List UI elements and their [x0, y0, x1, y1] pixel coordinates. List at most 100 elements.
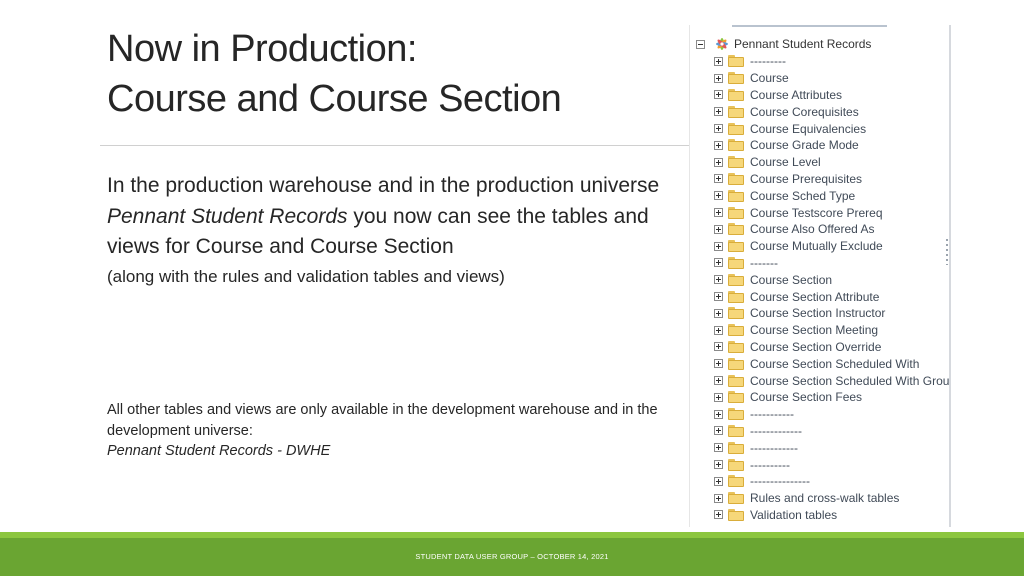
folder-icon	[728, 290, 744, 303]
panel-resize-grip[interactable]	[946, 239, 948, 265]
folder-icon	[728, 324, 744, 337]
plus-box-icon[interactable]	[714, 392, 723, 402]
tree-item[interactable]: ----------	[714, 456, 949, 473]
folder-icon	[728, 72, 744, 85]
plus-box-icon[interactable]	[714, 342, 723, 352]
tree-item[interactable]: -------	[714, 255, 949, 272]
tree-item[interactable]: Course Section Meeting	[714, 322, 949, 339]
plus-box-icon[interactable]	[714, 409, 723, 419]
tree-item[interactable]: Course Sched Type	[714, 187, 949, 204]
tree-item[interactable]: Course Section Fees	[714, 389, 949, 406]
tree-item[interactable]: Course Level	[714, 154, 949, 171]
tree-item[interactable]: Course Prerequisites	[714, 171, 949, 188]
tree-item-label: Course Also Offered As	[750, 222, 875, 237]
tree-item[interactable]: Course Corequisites	[714, 103, 949, 120]
plus-box-icon[interactable]	[714, 376, 723, 386]
folder-icon	[728, 189, 744, 202]
tree-item[interactable]: Course Section	[714, 271, 949, 288]
tree-item[interactable]: Rules and cross-walk tables	[714, 490, 949, 507]
plus-box-icon[interactable]	[714, 460, 723, 470]
tree-item-label: Course Section Instructor	[750, 306, 886, 321]
tree-item[interactable]: Course Section Scheduled With	[714, 355, 949, 372]
tree-item-label: -------	[750, 255, 778, 270]
tree-item[interactable]: Course Also Offered As	[714, 221, 949, 238]
tree-item-label: Course Grade Mode	[750, 138, 859, 153]
tree-item[interactable]: ---------------	[714, 473, 949, 490]
tree-item[interactable]: -------------	[714, 423, 949, 440]
tree-item-label: Course Section Scheduled With	[750, 356, 920, 371]
plus-box-icon[interactable]	[714, 359, 723, 369]
plus-box-icon[interactable]	[714, 157, 723, 167]
plus-box-icon[interactable]	[714, 208, 723, 218]
plus-box-icon[interactable]	[714, 73, 723, 83]
universe-tree-panel: Pennant Student Records --------- Course C…	[689, 25, 951, 527]
tree-item-label: -------------	[750, 423, 802, 438]
plus-box-icon[interactable]	[714, 241, 723, 251]
slide-title: Now in Production: Course and Course Sec…	[107, 24, 562, 124]
plus-box-icon[interactable]	[714, 258, 723, 268]
plus-box-icon[interactable]	[714, 124, 723, 134]
plus-box-icon[interactable]	[714, 191, 723, 201]
tree-item[interactable]: Course Grade Mode	[714, 137, 949, 154]
folder-icon	[728, 223, 744, 236]
tree-item-list: --------- Course Course Attributes Course C…	[714, 53, 949, 524]
folder-icon	[728, 88, 744, 101]
plus-box-icon[interactable]	[714, 140, 723, 150]
plus-box-icon[interactable]	[714, 426, 723, 436]
folder-icon	[728, 206, 744, 219]
folder-icon	[728, 475, 744, 488]
tree-root-node[interactable]: Pennant Student Records	[696, 36, 871, 52]
tree-item-label: Course Section	[750, 272, 833, 287]
tree-item[interactable]: Course Section Attribute	[714, 288, 949, 305]
minus-box-icon[interactable]	[696, 39, 705, 49]
tree-item[interactable]: ---------	[714, 53, 949, 70]
tree-item-label: Validation tables	[750, 507, 838, 522]
tree-item[interactable]: Course Attributes	[714, 87, 949, 104]
folder-icon	[728, 458, 744, 471]
tree-item-label: Course Prerequisites	[750, 171, 863, 186]
plus-box-icon[interactable]	[714, 443, 723, 453]
plus-box-icon[interactable]	[714, 292, 723, 302]
tree-item-label: Course Corequisites	[750, 104, 859, 119]
plus-box-icon[interactable]	[714, 493, 723, 503]
slide-title-line2: Course and Course Section	[107, 78, 562, 120]
tree-item-label: -----------	[750, 407, 794, 422]
plus-box-icon[interactable]	[714, 174, 723, 184]
tree-item-label: ---------	[750, 54, 786, 69]
tree-item[interactable]: Course Section Override	[714, 339, 949, 356]
tree-item-label: ------------	[750, 440, 798, 455]
plus-box-icon[interactable]	[714, 510, 723, 520]
tree-item[interactable]: Course	[714, 70, 949, 87]
folder-icon	[728, 139, 744, 152]
tree-item-label: Course Section Attribute	[750, 289, 880, 304]
tree-item[interactable]: Course Equivalencies	[714, 120, 949, 137]
folder-icon	[728, 391, 744, 404]
plus-box-icon[interactable]	[714, 107, 723, 117]
plus-box-icon[interactable]	[714, 325, 723, 335]
body-text-pre: In the production warehouse and in the p…	[107, 174, 660, 197]
panel-top-bar	[732, 25, 887, 27]
tree-item[interactable]: Validation tables	[714, 507, 949, 524]
plus-box-icon[interactable]	[714, 275, 723, 285]
tree-item[interactable]: Course Testscore Prereq	[714, 204, 949, 221]
tree-item[interactable]: Course Section Instructor	[714, 305, 949, 322]
tree-item-label: ----------	[750, 457, 790, 472]
folder-icon	[728, 492, 744, 505]
tree-item[interactable]: ------------	[714, 439, 949, 456]
tree-root-label: Pennant Student Records	[734, 37, 872, 51]
universe-star-icon	[716, 38, 728, 50]
tree-item-label: ---------------	[750, 474, 810, 489]
slide-title-line1: Now in Production:	[107, 28, 417, 70]
tree-item[interactable]: Course Mutually Exclude	[714, 238, 949, 255]
plus-box-icon[interactable]	[714, 476, 723, 486]
plus-box-icon[interactable]	[714, 56, 723, 66]
plus-box-icon[interactable]	[714, 224, 723, 234]
folder-icon	[728, 357, 744, 370]
tree-item-label: Course Section Override	[750, 339, 882, 354]
plus-box-icon[interactable]	[714, 308, 723, 318]
tree-item[interactable]: -----------	[714, 406, 949, 423]
tree-item-label: Course Section Meeting	[750, 323, 879, 338]
tree-item[interactable]: Course Section Scheduled With Group	[714, 372, 949, 389]
plus-box-icon[interactable]	[714, 90, 723, 100]
tree-item-label: Course Sched Type	[750, 188, 856, 203]
